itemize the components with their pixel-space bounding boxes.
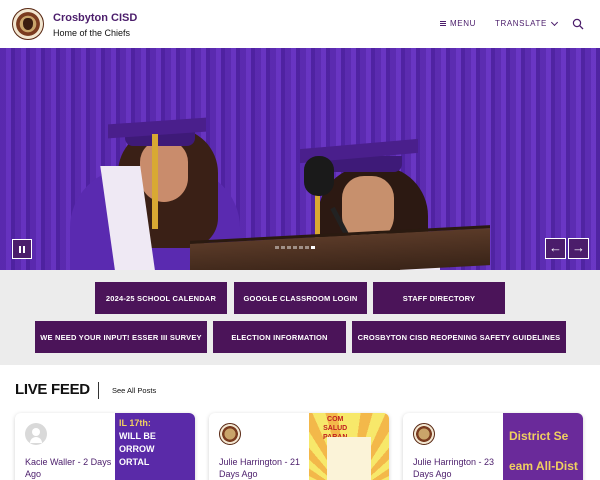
school-logo-avatar: [413, 423, 435, 445]
user-avatar-icon: [25, 423, 47, 445]
slideshow-pause-button[interactable]: [12, 239, 32, 259]
feed-post-card[interactable]: Kacie Waller - 2 Days Ago IL 17th: WILL …: [15, 413, 195, 480]
microphone: [304, 156, 334, 196]
flyer-sheet: [327, 437, 371, 480]
slide-dot[interactable]: [305, 246, 309, 249]
live-feed-divider: [98, 382, 99, 399]
site-tagline: Home of the Chiefs: [53, 28, 131, 38]
graduate-1-face: [140, 140, 188, 202]
slide-dot[interactable]: [287, 246, 291, 249]
pause-icon: [19, 245, 21, 253]
quick-link-school-calendar[interactable]: 2024-25 SCHOOL CALENDAR: [95, 282, 227, 314]
slide-dot[interactable]: [299, 246, 303, 249]
menu-button[interactable]: MENU: [440, 19, 476, 28]
menu-label: MENU: [450, 19, 476, 28]
post-author: Kacie Waller - 2 Days Ago: [25, 457, 112, 479]
post-image-text: IL 17th: WILL BE ORROW ORTAL: [119, 418, 156, 467]
site-header: Crosbyton CISD Home of the Chiefs MENU T…: [0, 0, 600, 48]
translate-button[interactable]: TRANSLATE: [495, 18, 558, 28]
site-name[interactable]: Crosbyton CISD: [53, 12, 137, 24]
post-image[interactable]: IL 17th: WILL BE ORROW ORTAL: [115, 413, 195, 480]
quick-link-election-info[interactable]: ELECTION INFORMATION: [213, 321, 346, 353]
feed-post-card[interactable]: Julie Harrington - 23 Days Ago District …: [403, 413, 583, 480]
hero-slideshow: [0, 48, 600, 270]
post-image[interactable]: District Se eam All-Dist: [503, 413, 583, 480]
slideshow-prev-button[interactable]: ←: [545, 238, 566, 259]
feed-post-card[interactable]: Julie Harrington - 21 Days Ago COM SALUD…: [209, 413, 389, 480]
slide-dot[interactable]: [281, 246, 285, 249]
search-icon[interactable]: [572, 18, 584, 30]
quick-link-staff-directory[interactable]: STAFF DIRECTORY: [373, 282, 505, 314]
post-image[interactable]: COM SALUD PARAN: [309, 413, 389, 480]
quick-link-esser-survey[interactable]: WE NEED YOUR INPUT! ESSER III SURVEY: [35, 321, 207, 353]
hamburger-icon: [440, 21, 446, 26]
quick-link-reopening-guidelines[interactable]: CROSBYTON CISD REOPENING SAFETY GUIDELIN…: [352, 321, 566, 353]
translate-label: TRANSLATE: [495, 19, 547, 28]
post-author: Julie Harrington - 23 Days Ago: [413, 457, 495, 479]
slideshow-dots: [275, 246, 315, 249]
quick-links-section: 2024-25 SCHOOL CALENDAR GOOGLE CLASSROOM…: [0, 270, 600, 365]
slide-dot[interactable]: [275, 246, 279, 249]
slide-dot[interactable]: [311, 246, 315, 249]
arrow-right-icon: →: [572, 240, 585, 255]
chevron-down-icon: [550, 18, 558, 26]
see-all-posts-link[interactable]: See All Posts: [112, 386, 156, 395]
pause-icon-bar: [23, 245, 25, 253]
school-logo[interactable]: [12, 8, 44, 40]
live-feed-title: LIVE FEED: [15, 381, 90, 398]
arrow-left-icon: ←: [549, 240, 562, 255]
quick-link-google-classroom[interactable]: GOOGLE CLASSROOM LOGIN: [234, 282, 367, 314]
slide-dot[interactable]: [293, 246, 297, 249]
graduate-1-tassel: [152, 134, 158, 229]
post-image-text: District Se eam All-Dist: [509, 429, 578, 473]
slideshow-next-button[interactable]: →: [568, 238, 589, 259]
school-logo-avatar: [219, 423, 241, 445]
post-author: Julie Harrington - 21 Days Ago: [219, 457, 301, 479]
